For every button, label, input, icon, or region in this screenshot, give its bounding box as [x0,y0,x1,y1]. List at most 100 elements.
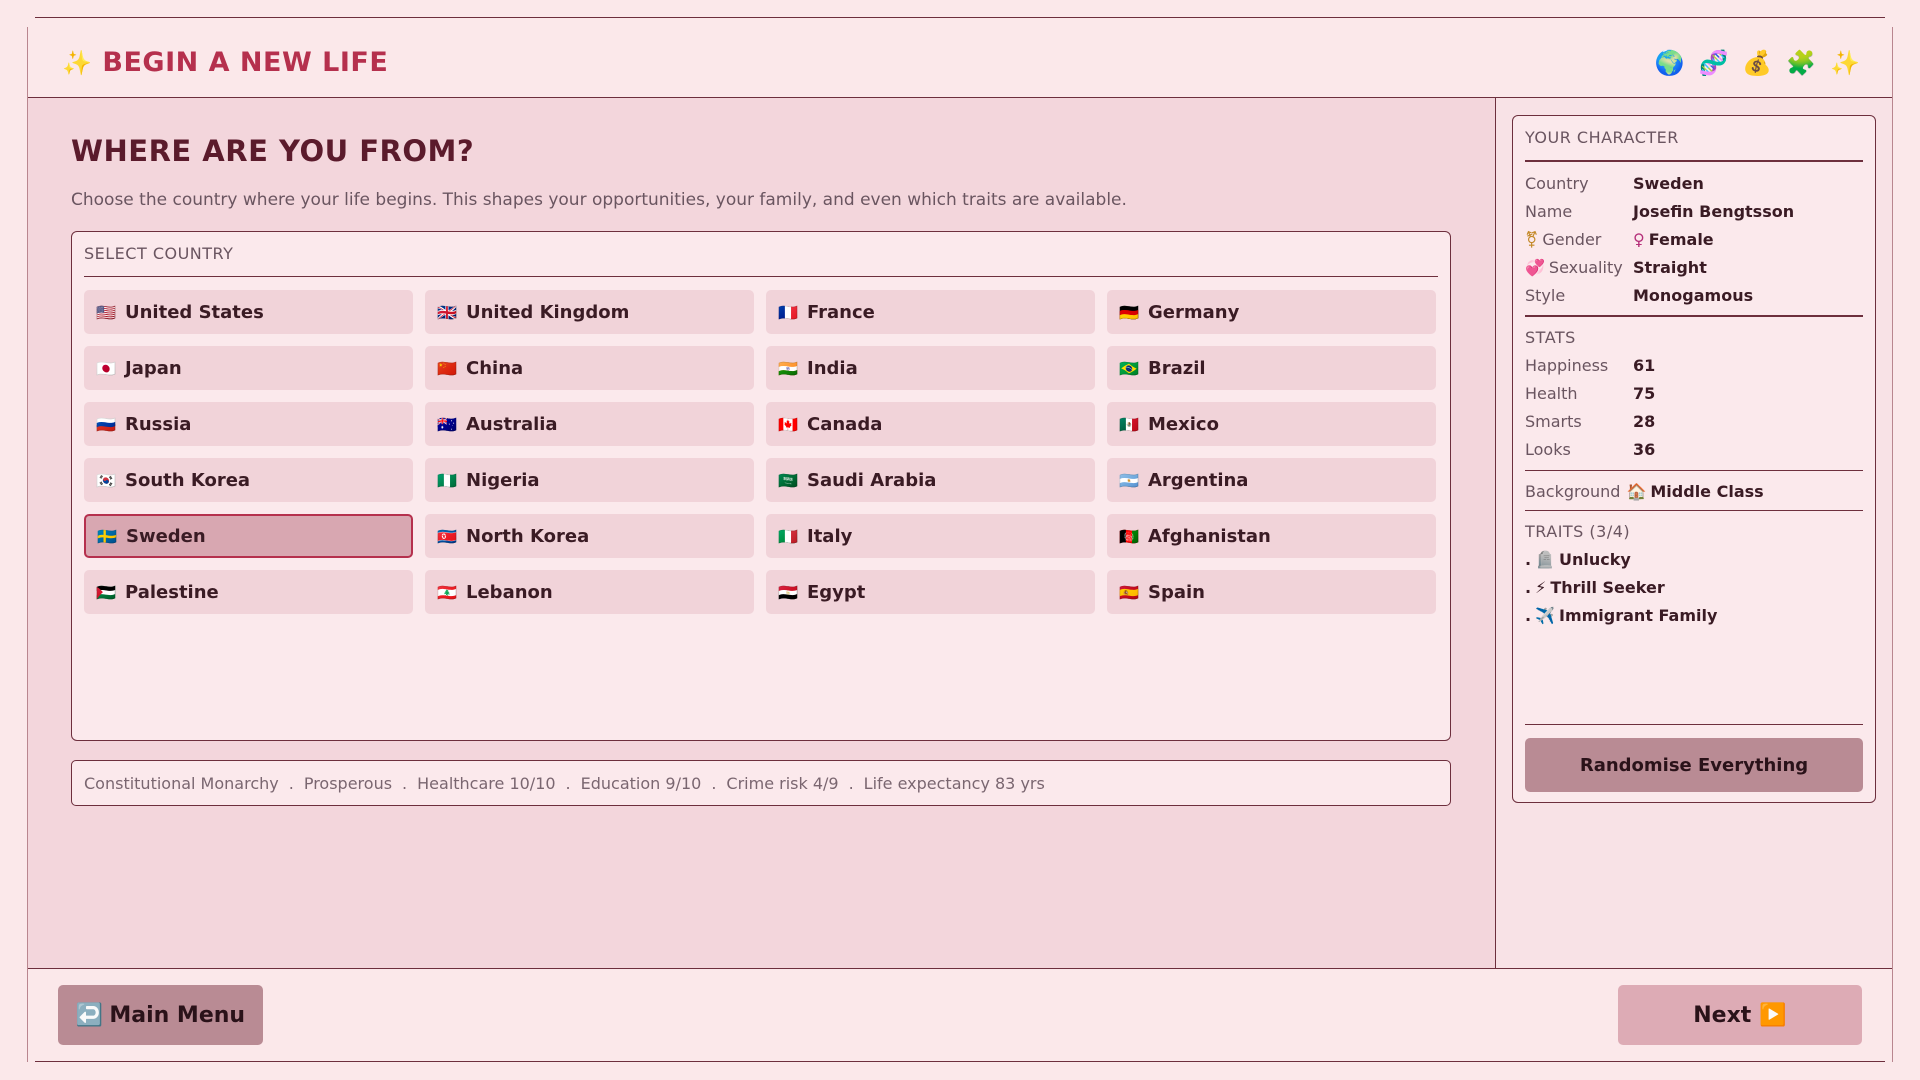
country-button-north-korea[interactable]: 🇰🇵 North Korea [425,514,754,558]
country-button-china[interactable]: 🇨🇳 China [425,346,754,390]
info-separator: . [565,773,571,793]
country-name: United Kingdom [466,301,630,323]
character-sidebar: YOUR CHARACTER Country Sweden Name Josef… [1495,98,1892,968]
style-label: Style [1525,286,1566,305]
main-menu-label: Main Menu [109,1002,246,1028]
gender-value: ♀ Female [1633,230,1714,249]
style-row: Style Monogamous [1525,286,1753,305]
top-rule [35,17,1885,18]
country-name: Canada [807,413,883,435]
gender-value-text: Female [1648,230,1714,249]
trait-label: Unlucky [1559,550,1631,569]
country-button-nigeria[interactable]: 🇳🇬 Nigeria [425,458,754,502]
stat-row: Happiness 61 [1525,356,1655,375]
country-button-afghanistan[interactable]: 🇦🇫 Afghanistan [1107,514,1436,558]
country-label: Country [1525,174,1589,193]
character-card: YOUR CHARACTER Country Sweden Name Josef… [1512,115,1876,803]
header-title-text: BEGIN A NEW LIFE [102,47,389,78]
flag-icon: 🇲🇽 [1119,414,1139,434]
country-button-egypt[interactable]: 🇪🇬 Egypt [766,570,1095,614]
info-separator: . [288,773,294,793]
country-info-bar: Constitutional Monarchy. Prosperous. Healt… [71,760,1451,806]
country-button-france[interactable]: 🇫🇷 France [766,290,1095,334]
flag-icon: 🇺🇸 [96,302,116,322]
puzzle-icon[interactable]: 🧩 [1786,49,1816,77]
stat-value: 36 [1633,440,1656,459]
country-button-germany[interactable]: 🇩🇪 Germany [1107,290,1436,334]
stat-label: Smarts [1525,412,1582,431]
name-row: Name Josefin Bengtsson [1525,202,1794,221]
country-button-mexico[interactable]: 🇲🇽 Mexico [1107,402,1436,446]
country-name: Sweden [126,525,206,547]
play-icon: ▶️ [1759,1002,1787,1028]
country-button-japan[interactable]: 🇯🇵 Japan [84,346,413,390]
flag-icon: 🇨🇳 [437,358,457,378]
return-arrow-icon: ↩️ [75,1002,104,1028]
country-name: United States [125,301,264,323]
divider [84,276,1438,277]
country-button-spain[interactable]: 🇪🇸 Spain [1107,570,1436,614]
hearts-icon: 💞 [1525,258,1545,277]
traits-title: TRAITS (3/4) [1525,522,1631,541]
sparkles-icon[interactable]: ✨ [1830,49,1860,77]
country-name: Japan [125,357,182,379]
character-card-title: YOUR CHARACTER [1525,128,1679,147]
country-button-united-states[interactable]: 🇺🇸 United States [84,290,413,334]
country-button-saudi-arabia[interactable]: 🇸🇦 Saudi Arabia [766,458,1095,502]
flag-icon: 🇰🇵 [437,526,457,546]
country-name: North Korea [466,525,590,547]
divider [1525,315,1863,317]
country-button-italy[interactable]: 🇮🇹 Italy [766,514,1095,558]
divider [1525,160,1863,162]
country-button-canada[interactable]: 🇨🇦 Canada [766,402,1095,446]
main-menu-button[interactable]: ↩️ Main Menu [58,985,263,1045]
country-button-russia[interactable]: 🇷🇺 Russia [84,402,413,446]
main-panel: WHERE ARE YOU FROM? Choose the country w… [28,98,1495,968]
country-name: Germany [1148,301,1240,323]
select-country-label: SELECT COUNTRY [84,244,234,263]
divider [1525,724,1863,725]
country-button-sweden[interactable]: 🇸🇪 Sweden [84,514,413,558]
randomise-everything-button[interactable]: Randomise Everything [1525,738,1863,792]
bullet: . [1525,606,1532,625]
dna-icon[interactable]: 🧬 [1698,49,1728,77]
country-selector: SELECT COUNTRY 🇺🇸 United States 🇬🇧 United K… [71,231,1451,741]
country-name: Mexico [1148,413,1219,435]
country-button-brazil[interactable]: 🇧🇷 Brazil [1107,346,1436,390]
money-bag-icon[interactable]: 💰 [1742,49,1772,77]
gender-label-text: Gender [1542,230,1602,249]
country-button-argentina[interactable]: 🇦🇷 Argentina [1107,458,1436,502]
style-value: Monogamous [1633,286,1754,305]
background-row: Background 🏠 Middle Class [1525,482,1764,501]
country-name: Saudi Arabia [807,469,937,491]
country-button-palestine[interactable]: 🇵🇸 Palestine [84,570,413,614]
flag-icon: 🇬🇧 [437,302,457,322]
country-button-india[interactable]: 🇮🇳 India [766,346,1095,390]
info-item: Prosperous [303,773,393,793]
country-name: Australia [466,413,558,435]
country-button-united-kingdom[interactable]: 🇬🇧 United Kingdom [425,290,754,334]
country-button-lebanon[interactable]: 🇱🇧 Lebanon [425,570,754,614]
country-name: Egypt [807,581,866,603]
stat-label: Looks [1525,440,1571,459]
country-button-south-korea[interactable]: 🇰🇷 South Korea [84,458,413,502]
background-value: 🏠 Middle Class [1626,482,1763,501]
stat-label: Happiness [1525,356,1609,375]
stat-label: Health [1525,384,1578,403]
country-button-australia[interactable]: 🇦🇺 Australia [425,402,754,446]
country-name: France [807,301,875,323]
info-item: Constitutional Monarchy [84,773,279,793]
stats-title: STATS [1525,328,1576,347]
flag-icon: 🇨🇦 [778,414,798,434]
trait-item: . ⚡ Thrill Seeker [1525,578,1665,597]
transgender-symbol-icon: ⚧ [1525,230,1539,249]
flag-icon: 🇸🇪 [97,526,117,546]
next-button[interactable]: Next ▶️ [1618,985,1862,1045]
globe-icon[interactable]: 🌍 [1655,49,1685,77]
bullet: . [1525,578,1532,597]
flag-icon: 🇸🇦 [778,470,798,490]
flag-icon: 🇦🇷 [1119,470,1139,490]
country-name: Afghanistan [1148,525,1271,547]
info-separator: . [402,773,408,793]
gender-row: ⚧ Gender ♀ Female [1525,230,1714,249]
